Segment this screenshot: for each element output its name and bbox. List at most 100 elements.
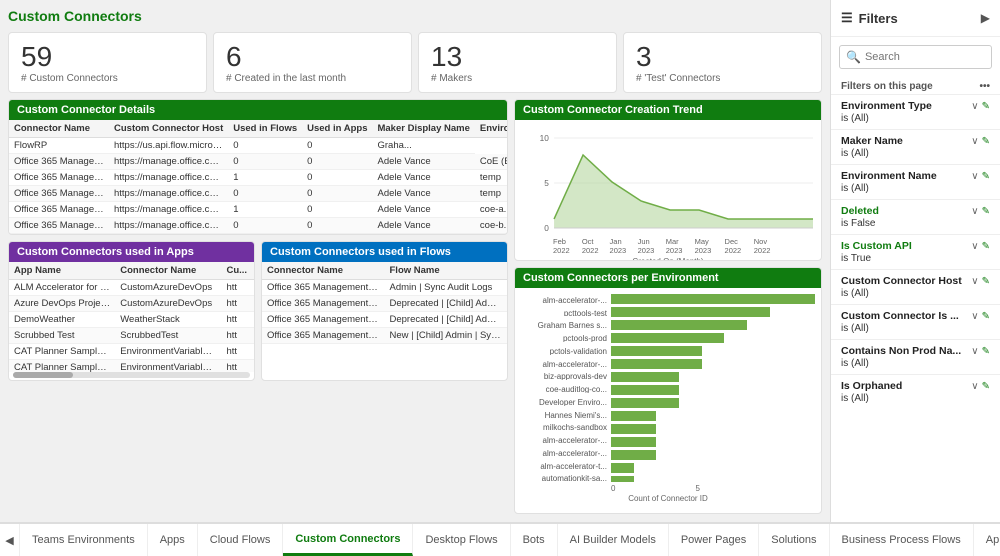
bar — [611, 372, 679, 382]
filter-chevron-0[interactable]: ∨ — [971, 101, 978, 112]
bar-y-label: automationkit-sa... — [521, 472, 611, 482]
table-cell: htt — [221, 312, 254, 328]
apps-col-header: Connector Name — [115, 262, 221, 280]
filter-chevron-7[interactable]: ∨ — [971, 346, 978, 357]
filter-chevron-3[interactable]: ∨ — [971, 206, 978, 217]
tab-cloud-flows[interactable]: Cloud Flows — [198, 524, 284, 556]
table-cell: Office 365 Management API — [262, 312, 385, 328]
bar-y-label: pcttools-test — [521, 307, 611, 317]
filter-item-3[interactable]: Deleted ∨ ✎ is False — [831, 199, 1000, 234]
tab-solutions[interactable]: Solutions — [759, 524, 829, 556]
filter-chevron-2[interactable]: ∨ — [971, 171, 978, 182]
filter-value-7: is (All) — [841, 358, 990, 369]
filter-item-2[interactable]: Environment Name ∨ ✎ is (All) — [831, 164, 1000, 199]
tab-bots[interactable]: Bots — [511, 524, 558, 556]
filter-item-5[interactable]: Custom Connector Host ∨ ✎ is (All) — [831, 269, 1000, 304]
filter-value-6: is (All) — [841, 323, 990, 334]
apps-col-header: App Name — [9, 262, 115, 280]
filter-item-7[interactable]: Contains Non Prod Na... ∨ ✎ is (All) — [831, 339, 1000, 374]
bar-row — [611, 398, 815, 408]
filter-edit-0[interactable]: ✎ — [982, 101, 990, 112]
table-cell: Office 365 Management API New — [262, 328, 385, 344]
table-cell: https://manage.office.com/api /v1.0 — [109, 186, 228, 202]
table-cell: temp — [475, 186, 507, 202]
filter-edit-2[interactable]: ✎ — [982, 171, 990, 182]
table-cell: Azure DevOps Projects — [9, 296, 115, 312]
summary-label-2: # Makers — [431, 73, 604, 84]
filter-chevron-4[interactable]: ∨ — [971, 241, 978, 252]
table-cell: https://manage.office.com/api /v1.0 — [109, 154, 228, 170]
filter-value-5: is (All) — [841, 288, 990, 299]
table-row: Office 365 Management API Newhttps://man… — [9, 202, 507, 218]
filter-edit-1[interactable]: ✎ — [982, 136, 990, 147]
filter-value-3: is False — [841, 218, 990, 229]
search-input[interactable] — [865, 51, 985, 63]
table-cell: https://manage.office.com/api /v1.0 — [109, 202, 228, 218]
filter-item-0[interactable]: Environment Type ∨ ✎ is (All) — [831, 94, 1000, 129]
table-cell: CustomAzureDevOps — [115, 296, 221, 312]
filter-name-2: Environment Name — [841, 170, 937, 182]
apps-table-container: Custom Connectors used in Apps App NameC… — [8, 241, 255, 381]
tab-custom-connectors[interactable]: Custom Connectors — [283, 524, 413, 556]
search-box[interactable]: 🔍 — [839, 45, 992, 69]
filter-edit-4[interactable]: ✎ — [982, 241, 990, 252]
tab-ai-builder-models[interactable]: AI Builder Models — [558, 524, 669, 556]
tab-business-process-flows[interactable]: Business Process Flows — [830, 524, 974, 556]
bar-row — [611, 424, 815, 434]
table-cell: EnvironmentVariableConnector — [115, 344, 221, 360]
filters-more-icon[interactable]: ••• — [979, 81, 990, 92]
table-cell: ALM Accelerator for Power Platform — [9, 280, 115, 296]
bar-y-label: pctools-prod — [521, 332, 611, 342]
tab-power-pages[interactable]: Power Pages — [669, 524, 759, 556]
table-cell: coe-a... — [475, 202, 507, 218]
tab-left-arrow[interactable]: ◀ — [0, 524, 20, 556]
bar — [611, 437, 656, 447]
bar-y-label: alm-accelerator-... — [521, 447, 611, 457]
table-row: Office 365 Management APIDeprecated | [C… — [262, 296, 507, 312]
table-cell: Office 365 Management API — [262, 296, 385, 312]
filter-item-8[interactable]: Is Orphaned ∨ ✎ is (All) — [831, 374, 1000, 409]
summary-label-0: # Custom Connectors — [21, 73, 194, 84]
table-cell: New | [Child] Admin | Sync Log — [385, 328, 508, 344]
table-cell: 0 — [302, 186, 372, 202]
svg-text:10: 10 — [540, 134, 550, 143]
bar-row — [611, 385, 815, 395]
bar — [611, 333, 724, 343]
bar-row — [611, 463, 815, 473]
table-cell: https://manage.office.com/api /v1.0 — [109, 170, 228, 186]
tab-teams-environments[interactable]: Teams Environments — [20, 524, 148, 556]
filter-chevron-6[interactable]: ∨ — [971, 311, 978, 322]
filter-chevron-1[interactable]: ∨ — [971, 136, 978, 147]
filter-edit-6[interactable]: ✎ — [982, 311, 990, 322]
filter-chevron-8[interactable]: ∨ — [971, 381, 978, 392]
bar-row — [611, 307, 815, 317]
filter-edit-8[interactable]: ✎ — [982, 381, 990, 392]
table-cell: Admin | Sync Audit Logs — [385, 280, 508, 296]
filter-item-1[interactable]: Maker Name ∨ ✎ is (All) — [831, 129, 1000, 164]
tab-desktop-flows[interactable]: Desktop Flows — [413, 524, 510, 556]
summary-label-1: # Created in the last month — [226, 73, 399, 84]
table-row: Office 365 Management API NewNew | [Chil… — [262, 328, 507, 344]
filter-edit-5[interactable]: ✎ — [982, 276, 990, 287]
table-row: Office 365 Management APIAdmin | Sync Au… — [262, 280, 507, 296]
bar-row — [611, 346, 815, 356]
filter-chevron-5[interactable]: ∨ — [971, 276, 978, 287]
x-tick-8: Nov 2022 — [754, 237, 783, 255]
flows-table-container: Custom Connectors used in Flows Connecto… — [261, 241, 508, 381]
filter-name-6: Custom Connector Is ... — [841, 310, 959, 322]
table-cell: Adele Vance — [372, 170, 474, 186]
summary-label-3: # 'Test' Connectors — [636, 73, 809, 84]
filter-edit-3[interactable]: ✎ — [982, 206, 990, 217]
filter-value-2: is (All) — [841, 183, 990, 194]
filter-item-6[interactable]: Custom Connector Is ... ∨ ✎ is (All) — [831, 304, 1000, 339]
table-cell: 1 — [228, 202, 302, 218]
filter-edit-7[interactable]: ✎ — [982, 346, 990, 357]
table-cell: CustomAzureDevOps — [115, 280, 221, 296]
filter-item-4[interactable]: Is Custom API ∨ ✎ is True — [831, 234, 1000, 269]
filters-expand-icon[interactable]: ▶ — [981, 11, 990, 25]
table-cell: Graha... — [372, 138, 474, 154]
tab-apps[interactable]: Apps — [148, 524, 198, 556]
tab-app...[interactable]: App... — [974, 524, 1000, 556]
bar — [611, 411, 656, 421]
table-cell: Office 365 Management API — [9, 154, 109, 170]
